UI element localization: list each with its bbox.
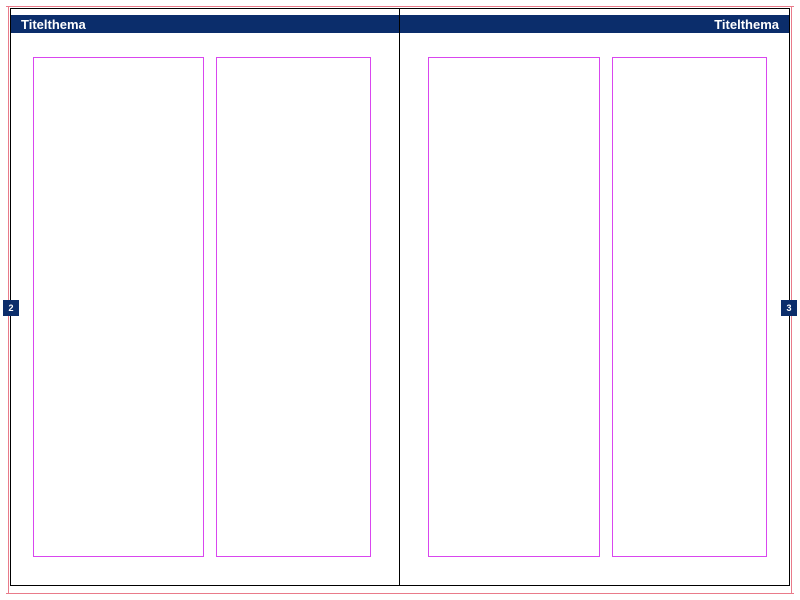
bleed-guide-top bbox=[6, 6, 794, 7]
left-page: Titelthema bbox=[11, 9, 400, 585]
page-number-left: 2 bbox=[8, 303, 13, 313]
text-column-guide bbox=[216, 57, 371, 557]
header-title-right: Titelthema bbox=[714, 17, 779, 32]
left-page-columns bbox=[33, 57, 371, 557]
right-page-columns bbox=[428, 57, 767, 557]
page-spread: Titelthema Titelthema bbox=[10, 8, 790, 586]
text-column-guide bbox=[33, 57, 204, 557]
page-number-tab-right: 3 bbox=[781, 300, 797, 316]
header-bar-left: Titelthema bbox=[11, 15, 399, 33]
page-number-right: 3 bbox=[786, 303, 791, 313]
page-number-tab-left: 2 bbox=[3, 300, 19, 316]
text-column-guide bbox=[428, 57, 600, 557]
bleed-guide-bottom bbox=[6, 593, 794, 594]
text-column-guide bbox=[612, 57, 767, 557]
header-title-left: Titelthema bbox=[21, 17, 86, 32]
right-page: Titelthema bbox=[400, 9, 789, 585]
header-bar-right: Titelthema bbox=[400, 15, 789, 33]
